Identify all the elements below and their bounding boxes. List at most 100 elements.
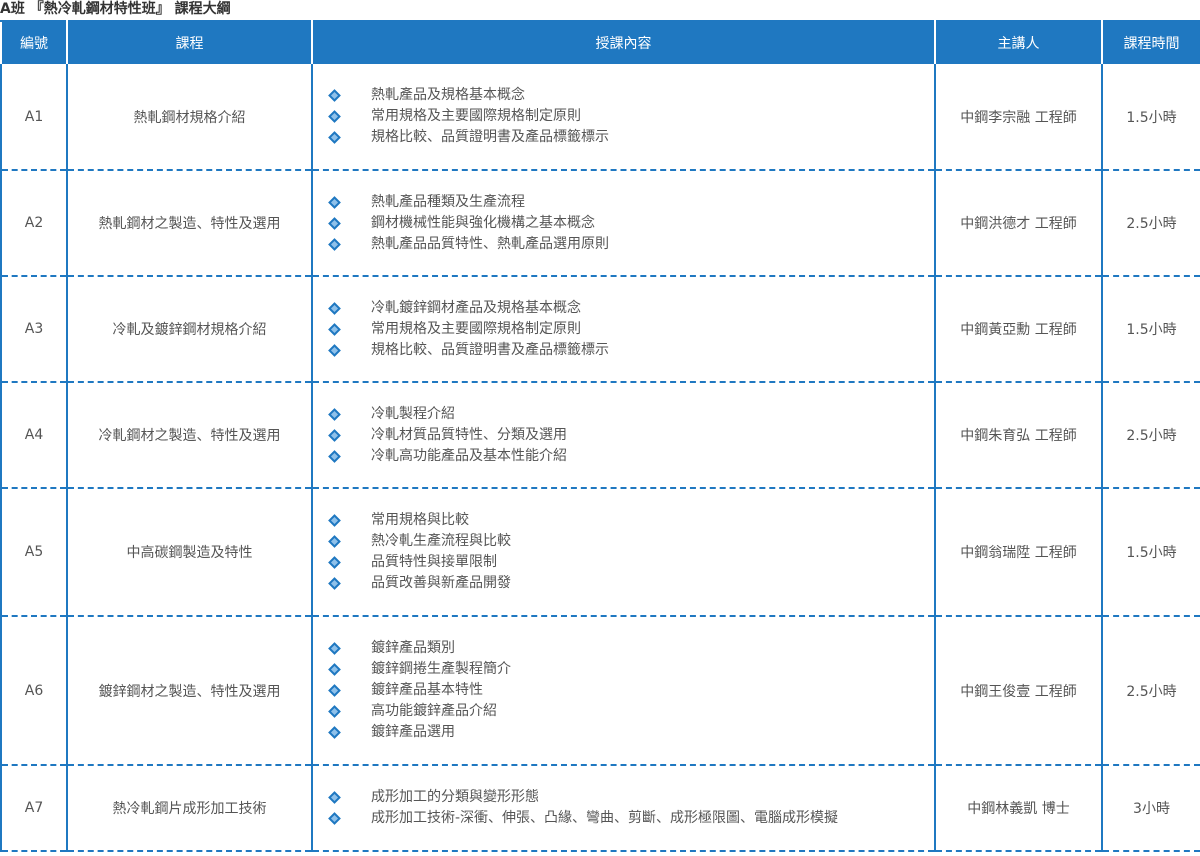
course-name: 熱冷軋鋼片成形加工技術	[66, 765, 313, 852]
diamond-bullet-icon	[328, 514, 341, 527]
header-id: 編號	[0, 20, 68, 64]
list-item: 熱軋產品品質特性、熱軋產品選用原則	[327, 234, 934, 255]
diamond-bullet-icon	[328, 556, 341, 569]
diamond-bullet-icon	[328, 812, 341, 825]
table-row: A1 熱軋鋼材規格介紹 熱軋產品及規格基本概念 常用規格及主要國際規格制定原則 規格比較…	[0, 64, 1200, 171]
course-name: 熱軋鋼材之製造、特性及選用	[66, 170, 313, 277]
list-item: 品質特性與接單限制	[327, 552, 934, 573]
course-hours: 1.5小時	[1101, 488, 1200, 617]
course-content: 鍍鋅產品類別鍍鋅鋼捲生產製程簡介 鍍鋅產品基本特性高功能鍍鋅產品介紹 鍍鋅產品選用	[311, 616, 936, 766]
diamond-bullet-icon	[328, 684, 341, 697]
course-name: 熱軋鋼材規格介紹	[66, 64, 313, 171]
table-row: A7 熱冷軋鋼片成形加工技術 成形加工的分類與變形形態 成形加工技術-深衝、伸張、凸緣…	[0, 765, 1200, 852]
course-name: 冷軋及鍍鋅鋼材規格介紹	[66, 276, 313, 383]
content-item-text: 品質特性與接單限制	[371, 554, 497, 570]
list-item: 熱軋產品及規格基本概念	[327, 85, 934, 106]
course-hours: 2.5小時	[1101, 170, 1200, 277]
diamond-bullet-icon	[328, 407, 341, 421]
course-hours: 2.5小時	[1101, 616, 1200, 766]
lecturer: 中鋼翁瑞陞 工程師	[934, 488, 1103, 617]
diamond-bullet-icon	[328, 301, 341, 315]
content-list: 鍍鋅產品類別鍍鋅鋼捲生產製程簡介 鍍鋅產品基本特性高功能鍍鋅產品介紹 鍍鋅產品選用	[327, 638, 934, 743]
course-content: 熱軋產品及規格基本概念常用規格及主要國際規格制定原則規格比較、品質證明書及產品標…	[311, 64, 936, 171]
content-item-text: 常用規格及主要國際規格制定原則	[371, 108, 581, 124]
diamond-bullet-icon	[328, 642, 341, 655]
diamond-bullet-icon	[328, 237, 341, 251]
diamond-bullet-icon	[328, 322, 341, 336]
content-item-text: 熱軋產品及規格基本概念	[371, 87, 525, 103]
list-item: 鍍鋅產品類別	[327, 638, 934, 659]
course-content: 冷軋製程介紹 冷軋材質品質特性、分類及選用 冷軋高功能產品及基本性能介紹	[311, 382, 936, 489]
list-item: 品質改善與新產品開發	[327, 573, 934, 594]
diamond-bullet-icon	[328, 195, 341, 209]
list-item: 高功能鍍鋅產品介紹	[327, 701, 934, 722]
list-item: 冷軋製程介紹	[327, 404, 934, 425]
lecturer: 中鋼林義凱 博士	[934, 765, 1103, 852]
course-id: A5	[0, 488, 68, 617]
list-item: 常用規格與比較	[327, 510, 934, 531]
list-item: 常用規格及主要國際規格制定原則	[327, 319, 934, 340]
course-hours: 1.5小時	[1101, 276, 1200, 383]
list-item: 成形加工技術-深衝、伸張、凸緣、彎曲、剪斷、成形極限圖、電腦成形模擬	[327, 808, 934, 829]
content-list: 熱軋產品種類及生產流程鋼材機械性能與強化機構之基本概念 熱軋產品品質特性、熱軋產品…	[327, 192, 934, 255]
diamond-bullet-icon	[328, 535, 341, 548]
diamond-bullet-icon	[328, 577, 341, 590]
list-item: 成形加工的分類與變形形態	[327, 787, 934, 808]
course-content: 熱軋產品種類及生產流程鋼材機械性能與強化機構之基本概念 熱軋產品品質特性、熱軋產品…	[311, 170, 936, 277]
content-item-text: 常用規格及主要國際規格制定原則	[371, 320, 581, 337]
course-id: A4	[0, 382, 68, 489]
course-content: 常用規格與比較熱冷軋生產流程與比較 品質特性與接單限制品質改善與新產品開發	[311, 488, 936, 617]
header-course: 課程	[66, 20, 313, 64]
header-lecturer: 主講人	[934, 20, 1103, 64]
diamond-bullet-icon	[328, 89, 341, 102]
content-item-text: 鍍鋅產品類別	[371, 640, 455, 656]
list-item: 規格比較、品質證明書及產品標籤標示	[327, 127, 934, 148]
content-list: 成形加工的分類與變形形態成形加工技術-深衝、伸張、凸緣、彎曲、剪斷、成形極限圖、…	[327, 787, 934, 829]
course-hours: 1.5小時	[1101, 64, 1200, 171]
course-id: A7	[0, 765, 68, 852]
content-item-text: 熱軋產品種類及生產流程	[371, 193, 525, 210]
content-list: 熱軋產品及規格基本概念常用規格及主要國際規格制定原則規格比較、品質證明書及產品標…	[327, 85, 934, 148]
content-item-text: 高功能鍍鋅產品介紹	[371, 703, 497, 719]
content-item-text: 熱冷軋生產流程與比較	[371, 533, 511, 549]
list-item: 熱軋產品種類及生產流程	[327, 192, 934, 213]
lecturer: 中鋼洪德才 工程師	[934, 170, 1103, 277]
list-item: 常用規格及主要國際規格制定原則	[327, 106, 934, 127]
course-name: 中高碳鋼製造及特性	[66, 488, 313, 617]
lecturer: 中鋼朱育弘 工程師	[934, 382, 1103, 489]
content-item-text: 鍍鋅產品選用	[371, 724, 455, 740]
list-item: 冷軋高功能產品及基本性能介紹	[327, 446, 934, 467]
lecturer: 中鋼王俊壹 工程師	[934, 616, 1103, 766]
content-list: 冷軋鍍鋅鋼材產品及規格基本概念 常用規格及主要國際規格制定原則 規格比較、品質證明書…	[327, 298, 934, 361]
list-item: 冷軋材質品質特性、分類及選用	[327, 425, 934, 446]
table-row: A5 中高碳鋼製造及特性 常用規格與比較 熱冷軋生產流程與比較 品質特性與接單限制 品質改…	[0, 488, 1200, 617]
course-hours: 3小時	[1101, 765, 1200, 852]
table-row: A4 冷軋鋼材之製造、特性及選用 冷軋製程介紹 冷軋材質品質特性、分類及選用 冷軋高功能…	[0, 382, 1200, 489]
content-item-text: 成形加工的分類與變形形態	[371, 789, 539, 805]
diamond-bullet-icon	[328, 705, 341, 718]
content-item-text: 規格比較、品質證明書及產品標籤標示	[371, 129, 609, 145]
list-item: 熱冷軋生產流程與比較	[327, 531, 934, 552]
content-item-text: 冷軋鍍鋅鋼材產品及規格基本概念	[371, 299, 581, 316]
header-row: 編號 課程 授課內容 主講人 課程時間	[0, 20, 1200, 64]
list-item: 鋼材機械性能與強化機構之基本概念	[327, 213, 934, 234]
diamond-bullet-icon	[328, 428, 341, 442]
syllabus-table: 編號 課程 授課內容 主講人 課程時間 A1 熱軋鋼材規格介紹 熱軋產品及規格基本概…	[0, 20, 1200, 852]
course-content: 成形加工的分類與變形形態成形加工技術-深衝、伸張、凸緣、彎曲、剪斷、成形極限圖、…	[311, 765, 936, 852]
diamond-bullet-icon	[328, 343, 341, 357]
list-item: 冷軋鍍鋅鋼材產品及規格基本概念	[327, 298, 934, 319]
course-content: 冷軋鍍鋅鋼材產品及規格基本概念 常用規格及主要國際規格制定原則 規格比較、品質證明書…	[311, 276, 936, 383]
page-title: A班 『熱冷軋鋼材特性班』 課程大綱	[0, 1, 231, 17]
course-id: A2	[0, 170, 68, 277]
course-name: 冷軋鋼材之製造、特性及選用	[66, 382, 313, 489]
content-item-text: 冷軋高功能產品及基本性能介紹	[371, 447, 567, 464]
diamond-bullet-icon	[328, 791, 341, 804]
course-hours: 2.5小時	[1101, 382, 1200, 489]
list-item: 鍍鋅產品選用	[327, 722, 934, 743]
content-item-text: 熱軋產品品質特性、熱軋產品選用原則	[371, 235, 609, 252]
list-item: 鍍鋅鋼捲生產製程簡介	[327, 659, 934, 680]
content-item-text: 常用規格與比較	[371, 512, 469, 528]
course-id: A6	[0, 616, 68, 766]
list-item: 鍍鋅產品基本特性	[327, 680, 934, 701]
content-list: 常用規格與比較熱冷軋生產流程與比較 品質特性與接單限制品質改善與新產品開發	[327, 510, 934, 594]
